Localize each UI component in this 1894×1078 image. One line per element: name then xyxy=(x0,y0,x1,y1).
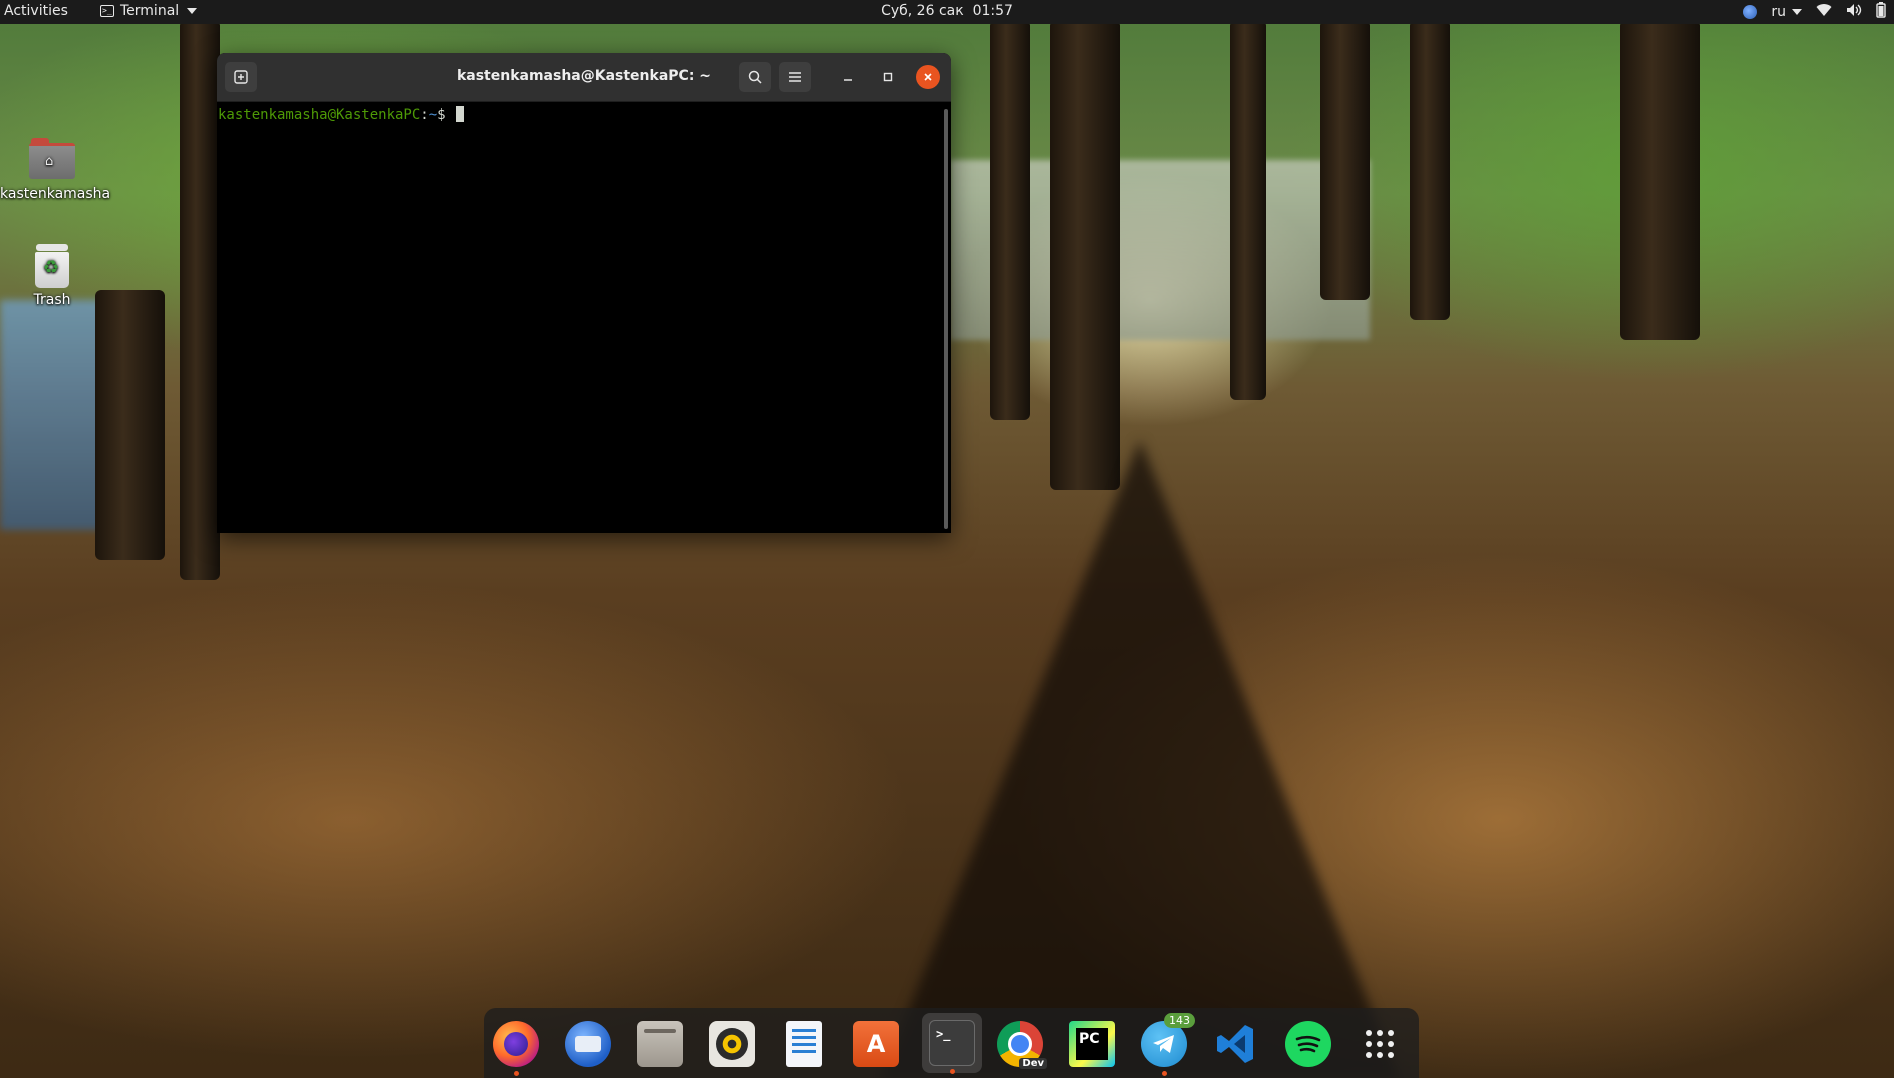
app-menu-button[interactable]: >_ Terminal xyxy=(100,3,198,19)
terminal-headerbar[interactable]: kastenkamasha@KastenkaPC: ~ xyxy=(217,53,951,102)
dock-app-spotify[interactable] xyxy=(1282,1018,1334,1070)
tree-shadow xyxy=(880,440,1400,1078)
system-tray: ru xyxy=(1743,2,1886,22)
dock-app-software[interactable]: A xyxy=(850,1018,902,1070)
running-indicator xyxy=(950,1069,955,1074)
tree-trunk xyxy=(990,20,1030,420)
thunderbird-icon xyxy=(565,1021,611,1067)
dock-app-files[interactable] xyxy=(634,1018,686,1070)
wifi-icon[interactable] xyxy=(1816,3,1832,21)
prompt-colon: : xyxy=(420,107,429,123)
prompt-path: ~ xyxy=(428,107,438,123)
dock-app-vscode[interactable] xyxy=(1210,1018,1262,1070)
dock-app-writer[interactable] xyxy=(778,1018,830,1070)
activities-button[interactable]: Activities xyxy=(4,3,68,19)
clock[interactable]: Суб, 26 сак 01:57 xyxy=(0,3,1894,19)
tree-trunk xyxy=(180,20,220,580)
running-indicator xyxy=(1162,1071,1167,1076)
dock-app-grid[interactable] xyxy=(1354,1018,1406,1070)
telegram-icon: 143 xyxy=(1141,1013,1195,1067)
trash-icon: ♻ xyxy=(33,244,71,288)
chrome-dev-icon: Dev xyxy=(997,1021,1047,1069)
dock-app-chrome-dev[interactable]: Dev xyxy=(994,1018,1047,1070)
minimize-icon xyxy=(844,79,852,81)
terminal-output[interactable]: kastenkamasha@KastenkaPC:~$ xyxy=(217,102,951,533)
shell-prompt: kastenkamasha@KastenkaPC:~$ xyxy=(218,106,465,123)
dock-app-thunderbird[interactable] xyxy=(562,1018,614,1070)
dock-app-terminal[interactable]: >_ xyxy=(922,1013,982,1074)
app-menu-label: Terminal xyxy=(120,3,180,19)
search-icon xyxy=(748,70,762,84)
chevron-down-icon xyxy=(1792,9,1802,15)
new-tab-icon xyxy=(234,70,248,84)
new-tab-button[interactable] xyxy=(225,62,257,92)
chevron-down-icon xyxy=(187,8,198,14)
tree-trunk xyxy=(1320,20,1370,300)
rhythmbox-icon xyxy=(709,1021,755,1067)
software-center-icon: A xyxy=(853,1021,899,1067)
top-bar: Activities >_ Terminal Суб, 26 сак 01:57… xyxy=(0,0,1894,24)
text-cursor xyxy=(456,106,465,122)
tree-trunk xyxy=(1230,20,1266,400)
desktop-icon-label: kastenkamasha xyxy=(0,186,111,202)
spotify-icon xyxy=(1285,1021,1331,1067)
search-button[interactable] xyxy=(739,62,771,92)
tree-trunk xyxy=(95,290,165,560)
desktop-icon-label: Trash xyxy=(33,292,71,308)
language-selector[interactable]: ru xyxy=(1771,4,1802,20)
prompt-user: kastenkamasha@KastenkaPC xyxy=(218,107,421,123)
scrollbar[interactable] xyxy=(944,109,948,529)
dock-app-firefox[interactable] xyxy=(490,1018,542,1076)
language-label: ru xyxy=(1771,4,1786,20)
desktop-icon-trash[interactable]: ♻ Trash xyxy=(0,244,104,308)
close-icon xyxy=(924,73,932,81)
maximize-icon xyxy=(883,72,893,82)
globe-icon[interactable] xyxy=(1743,5,1758,19)
maximize-button[interactable] xyxy=(876,65,900,89)
hamburger-menu-button[interactable] xyxy=(779,62,811,92)
pycharm-icon: PC xyxy=(1069,1021,1115,1067)
chrome-dev-label: Dev xyxy=(1019,1058,1047,1069)
tree-trunk xyxy=(1620,20,1700,340)
desktop-icon-home[interactable]: ⌂ kastenkamasha xyxy=(0,138,111,202)
clock-label: Суб, 26 сак 01:57 xyxy=(881,3,1013,19)
pycharm-label: PC xyxy=(1076,1028,1108,1060)
prompt-dollar: $ xyxy=(437,107,455,123)
close-button[interactable] xyxy=(916,65,940,89)
dock-app-pycharm[interactable]: PC xyxy=(1066,1018,1118,1070)
hamburger-icon xyxy=(789,72,801,82)
firefox-icon xyxy=(493,1021,539,1067)
terminal-small-icon: >_ xyxy=(100,5,114,17)
home-folder-icon: ⌂ xyxy=(29,138,75,179)
files-icon xyxy=(637,1021,683,1067)
terminal-icon: >_ xyxy=(929,1020,975,1066)
writer-icon xyxy=(786,1021,822,1067)
running-indicator xyxy=(514,1071,519,1076)
minimize-button[interactable] xyxy=(836,65,860,89)
app-grid-icon xyxy=(1357,1021,1403,1067)
dock-app-rhythmbox[interactable] xyxy=(706,1018,758,1070)
volume-icon[interactable] xyxy=(1846,3,1862,21)
tree-trunk xyxy=(1410,20,1450,320)
tree-trunk xyxy=(1050,20,1120,490)
battery-icon[interactable] xyxy=(1876,2,1886,22)
vscode-icon xyxy=(1213,1021,1259,1067)
unread-badge: 143 xyxy=(1164,1013,1195,1028)
terminal-window[interactable]: kastenkamasha@KastenkaPC: ~ kastenkamash… xyxy=(217,53,951,533)
dock-app-telegram[interactable]: 143 xyxy=(1138,1013,1195,1076)
dock: A >_ Dev PC 143 xyxy=(484,1008,1419,1078)
